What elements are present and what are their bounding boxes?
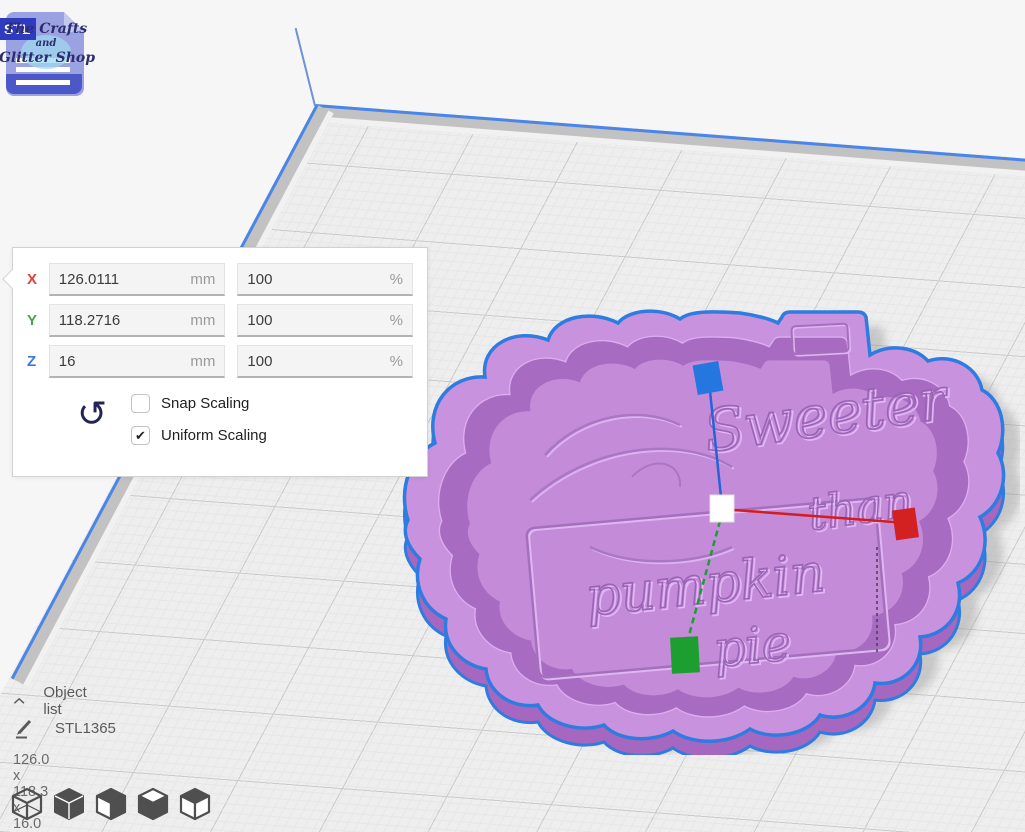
front-face-cube-button[interactable]: [94, 786, 128, 822]
open-top-cube-button[interactable]: [136, 786, 170, 822]
z-percent-unit: %: [390, 353, 403, 370]
z-percent-value[interactable]: 100: [247, 353, 272, 370]
y-size-value[interactable]: 118.2716: [59, 312, 120, 329]
axis-label-x: X: [27, 271, 49, 288]
snap-scaling-option[interactable]: Snap Scaling: [131, 394, 267, 413]
cura-viewport: Sweeter Sweeter than than pumpkin pumpki…: [0, 0, 1025, 832]
scale-row-y: Y 118.2716 mm 100 %: [27, 304, 413, 337]
scale-row-x: X 126.0111 mm 100 %: [27, 263, 413, 296]
axis-label-y: Y: [27, 312, 49, 329]
scale-row-z: Z 16 mm 100 %: [27, 345, 413, 378]
pencil-edit-icon[interactable]: [14, 718, 35, 739]
snap-scaling-label: Snap Scaling: [161, 395, 249, 412]
z-percent-input[interactable]: 100 %: [237, 345, 413, 378]
x-percent-unit: %: [390, 271, 403, 288]
chevron-up-icon[interactable]: [13, 696, 25, 706]
snap-scaling-checkbox[interactable]: [131, 394, 150, 413]
x-percent-input[interactable]: 100 %: [237, 263, 413, 296]
y-percent-input[interactable]: 100 %: [237, 304, 413, 337]
top-face-cube-icon: [178, 786, 212, 822]
object-list-item[interactable]: STL1365: [14, 718, 116, 739]
solid-cube-button[interactable]: [52, 786, 86, 822]
z-size-unit: mm: [190, 353, 215, 370]
scale-handle-y[interactable]: [670, 636, 700, 673]
y-size-input[interactable]: 118.2716 mm: [49, 304, 226, 337]
watermark-line3: Glitter Shop: [0, 50, 95, 66]
x-size-unit: mm: [190, 271, 215, 288]
uniform-scaling-option[interactable]: ✔ Uniform Scaling: [131, 426, 267, 445]
model-3d-freshie-mold[interactable]: Sweeter Sweeter than than pumpkin pumpki…: [380, 295, 1020, 755]
open-top-cube-icon: [136, 786, 170, 822]
y-size-unit: mm: [190, 312, 215, 329]
reset-scale-icon[interactable]: ↺: [77, 396, 107, 432]
z-size-input[interactable]: 16 mm: [49, 345, 226, 378]
top-face-cube-button[interactable]: [178, 786, 212, 822]
uniform-scaling-checkbox[interactable]: ✔: [131, 426, 150, 445]
axis-label-z: Z: [27, 353, 49, 370]
scale-tool-panel: X 126.0111 mm 100 % Y 118.2716 mm 100 % …: [12, 247, 428, 477]
watermark-line2: and: [36, 38, 57, 49]
stl-file-logo: STL The Crafts and Glitter Shop: [0, 2, 100, 102]
solid-cube-icon: [52, 786, 86, 822]
wireframe-cube-button[interactable]: [10, 786, 44, 822]
front-face-cube-icon: [94, 786, 128, 822]
z-size-value[interactable]: 16: [59, 353, 76, 370]
watermark-line1: The Crafts: [5, 21, 87, 37]
build-volume-corner-post: [295, 28, 316, 106]
x-percent-value[interactable]: 100: [247, 271, 272, 288]
object-list-title[interactable]: Object list: [43, 684, 91, 718]
scale-handle-z[interactable]: [693, 361, 724, 395]
scale-handle-x[interactable]: [892, 507, 919, 540]
scale-handle-uniform[interactable]: [710, 495, 734, 522]
x-size-value[interactable]: 126.0111: [59, 271, 119, 288]
mesh-type-toolbar: [10, 786, 212, 822]
uniform-scaling-label: Uniform Scaling: [161, 427, 267, 444]
x-size-input[interactable]: 126.0111 mm: [49, 263, 226, 296]
y-percent-value[interactable]: 100: [247, 312, 272, 329]
y-percent-unit: %: [390, 312, 403, 329]
word-pie: pie: [710, 613, 793, 679]
object-name[interactable]: STL1365: [55, 720, 116, 737]
wireframe-cube-icon: [10, 786, 44, 822]
scale-options: ↺ Snap Scaling ✔ Uniform Scaling: [27, 394, 413, 474]
